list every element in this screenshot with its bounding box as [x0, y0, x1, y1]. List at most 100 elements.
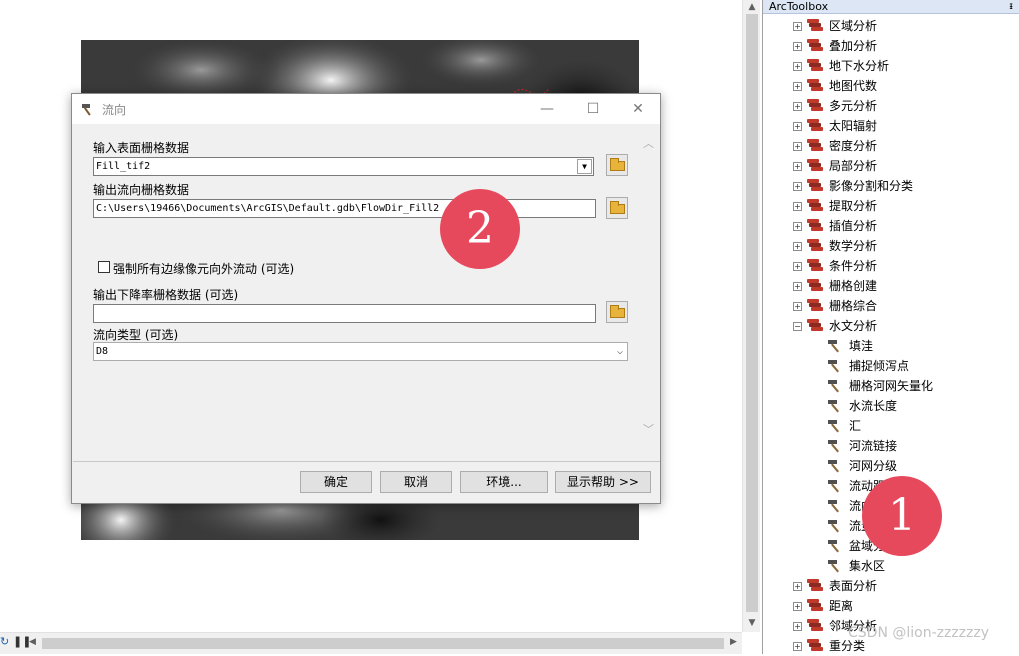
hammer-icon [828, 420, 839, 433]
map-vertical-scrollbar[interactable]: ▲ ▼ [742, 0, 760, 632]
expand-icon[interactable]: + [793, 642, 802, 651]
input-raster-label: 输入表面栅格数据 [93, 141, 190, 155]
toolbox-item[interactable]: + 插值分析 [763, 216, 1013, 236]
expand-icon[interactable]: + [793, 602, 802, 611]
expand-icon[interactable]: + [793, 302, 802, 311]
toolbox-icon [807, 599, 824, 612]
dialog-titlebar[interactable]: 流向 — ☐ ✕ [72, 94, 660, 124]
toolbox-item-label: 区域分析 [829, 19, 878, 33]
chevron-down-icon[interactable]: ⌵ [617, 343, 623, 360]
toolbox-item[interactable]: − 水文分析 [763, 316, 1013, 336]
arctoolbox-header: ArcToolbox ᵻ [763, 0, 1019, 14]
toolbox-icon [807, 179, 824, 192]
expand-icon[interactable]: + [793, 622, 802, 631]
show-help-button[interactable]: 显示帮助 >> [555, 471, 651, 493]
browse-drop-button[interactable] [606, 301, 628, 323]
toolbox-item[interactable]: + 多元分析 [763, 96, 1013, 116]
output-raster-field[interactable]: C:\Users\19466\Documents\ArcGIS\Default.… [93, 199, 596, 218]
tool-item[interactable]: 集水区 [763, 556, 1013, 576]
toolbox-item[interactable]: + 太阳辐射 [763, 116, 1013, 136]
hammer-icon [828, 540, 839, 553]
flow-direction-dialog: 流向 — ☐ ✕ 输入表面栅格数据 Fill_tif2 ▼ 输出流向栅格数据 C… [71, 93, 661, 504]
ok-button[interactable]: 确定 [300, 471, 372, 493]
toolbox-item[interactable]: + 数学分析 [763, 236, 1013, 256]
expand-icon[interactable]: + [793, 142, 802, 151]
parameters-scrollbar[interactable]: ︿ ﹀ [639, 125, 659, 461]
maximize-button[interactable]: ☐ [570, 94, 616, 124]
browse-output-button[interactable] [606, 197, 628, 219]
tool-item[interactable]: 汇 [763, 416, 1013, 436]
close-button[interactable]: ✕ [615, 94, 661, 124]
toolbox-icon [807, 279, 824, 292]
toolbox-icon [807, 579, 824, 592]
force-edge-checkbox[interactable] [98, 261, 110, 273]
expand-icon[interactable]: + [793, 122, 802, 131]
toolbox-item[interactable]: + 叠加分析 [763, 36, 1013, 56]
scroll-left-arrow-icon[interactable]: ◀ [29, 637, 36, 647]
scroll-up-chevron-icon[interactable]: ︿ [643, 135, 654, 151]
expand-icon[interactable]: + [793, 22, 802, 31]
folder-icon [610, 158, 625, 171]
scroll-up-arrow-icon[interactable]: ▲ [743, 0, 761, 14]
toolbox-icon [807, 319, 824, 332]
minimize-button[interactable]: — [524, 94, 570, 124]
toolbox-item[interactable]: + 影像分割和分类 [763, 176, 1013, 196]
tool-item[interactable]: 水流长度 [763, 396, 1013, 416]
horizontal-scroll-thumb[interactable] [42, 638, 724, 649]
expand-icon[interactable]: + [793, 222, 802, 231]
toolbox-item[interactable]: + 表面分析 [763, 576, 1013, 596]
flow-type-label: 流向类型 (可选) [93, 328, 179, 342]
expand-icon[interactable]: + [793, 102, 802, 111]
toolbox-item[interactable]: + 密度分析 [763, 136, 1013, 156]
toolbox-item[interactable]: + 条件分析 [763, 256, 1013, 276]
tool-item[interactable]: 栅格河网矢量化 [763, 376, 1013, 396]
toolbox-icon [807, 159, 824, 172]
expand-icon[interactable]: + [793, 262, 802, 271]
scroll-down-arrow-icon[interactable]: ▼ [743, 616, 761, 630]
pin-icon[interactable]: ᵻ [1009, 0, 1013, 13]
browse-input-button[interactable] [606, 154, 628, 176]
expand-icon[interactable]: + [793, 202, 802, 211]
refresh-icon[interactable]: ↻ [0, 635, 9, 648]
hammer-icon [828, 460, 839, 473]
chevron-down-icon[interactable]: ▼ [577, 159, 592, 174]
toolbox-item[interactable]: + 局部分析 [763, 156, 1013, 176]
toolbox-item[interactable]: + 区域分析 [763, 16, 1013, 36]
map-horizontal-scrollbar[interactable]: ↻ ❚❚ ◀ ▶ [0, 632, 742, 654]
flow-type-select[interactable]: D8 ⌵ [93, 342, 628, 361]
expand-icon[interactable]: + [793, 242, 802, 251]
flow-type-value: D8 [96, 346, 109, 357]
tool-item[interactable]: 河流链接 [763, 436, 1013, 456]
collapse-icon[interactable]: − [793, 322, 802, 331]
expand-icon[interactable]: + [793, 62, 802, 71]
expand-icon[interactable]: + [793, 82, 802, 91]
tool-item[interactable]: 河网分级 [763, 456, 1013, 476]
toolbox-icon [807, 219, 824, 232]
tool-item[interactable]: 捕捉倾泻点 [763, 356, 1013, 376]
vertical-scroll-thumb[interactable] [746, 14, 758, 612]
drop-raster-field[interactable] [93, 304, 596, 323]
toolbox-item[interactable]: + 地下水分析 [763, 56, 1013, 76]
scroll-down-chevron-icon[interactable]: ﹀ [643, 421, 654, 437]
environments-button[interactable]: 环境... [460, 471, 548, 493]
toolbox-icon [807, 199, 824, 212]
toolbox-item[interactable]: + 距离 [763, 596, 1013, 616]
toolbox-item[interactable]: + 提取分析 [763, 196, 1013, 216]
toolbox-item[interactable]: + 栅格创建 [763, 276, 1013, 296]
toolbox-item-label: 太阳辐射 [829, 119, 878, 133]
expand-icon[interactable]: + [793, 582, 802, 591]
toolbox-icon [807, 79, 824, 92]
scroll-right-arrow-icon[interactable]: ▶ [730, 637, 737, 647]
toolbox-icon [807, 239, 824, 252]
tool-item[interactable]: 填洼 [763, 336, 1013, 356]
expand-icon[interactable]: + [793, 182, 802, 191]
toolbox-item[interactable]: + 地图代数 [763, 76, 1013, 96]
hammer-icon [82, 104, 91, 116]
expand-icon[interactable]: + [793, 42, 802, 51]
hammer-icon [828, 500, 839, 513]
expand-icon[interactable]: + [793, 162, 802, 171]
expand-icon[interactable]: + [793, 282, 802, 291]
input-raster-dropdown[interactable]: Fill_tif2 ▼ [93, 157, 594, 176]
toolbox-item[interactable]: + 栅格综合 [763, 296, 1013, 316]
cancel-button[interactable]: 取消 [380, 471, 452, 493]
